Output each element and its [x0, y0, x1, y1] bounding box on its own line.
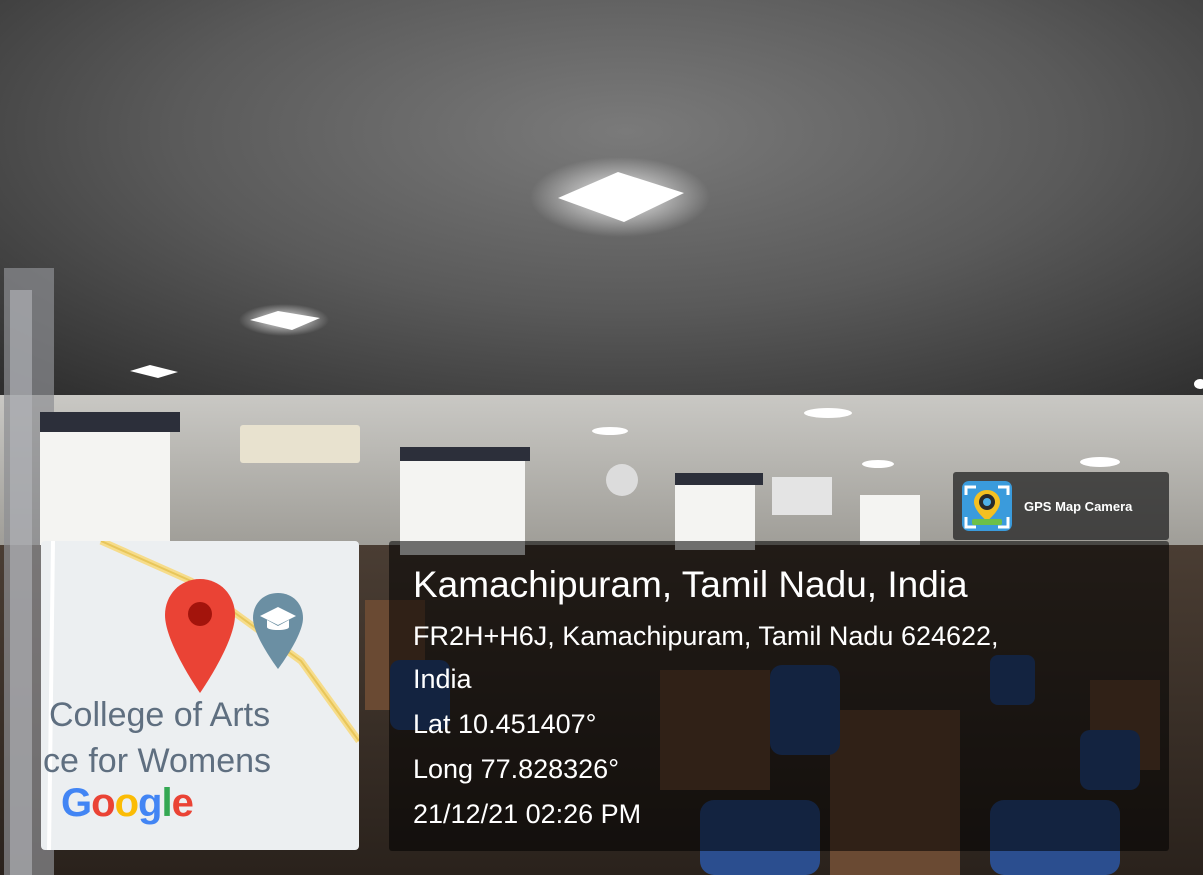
gps-map-camera-badge: GPS Map Camera — [953, 472, 1169, 540]
latitude-text: Lat 10.451407° — [413, 709, 597, 739]
google-logo: Google — [61, 781, 194, 826]
location-pin-icon — [165, 579, 235, 693]
google-letter: G — [61, 781, 92, 825]
location-info-panel: Kamachipuram, Tamil Nadu, India FR2H+H6J… — [389, 541, 1169, 851]
map-thumbnail: College of Arts ce for Womens Google — [41, 541, 359, 850]
badge-label: GPS Map Camera — [1024, 498, 1133, 514]
address-line: FR2H+H6J, Kamachipuram, Tamil Nadu 62462… — [413, 621, 999, 651]
longitude-text: Long 77.828326° — [413, 754, 619, 784]
google-letter: o — [114, 781, 139, 825]
graduation-cap-icon — [253, 593, 303, 669]
map-place-label: College of Arts — [49, 696, 271, 734]
google-letter: g — [138, 781, 162, 825]
google-letter: l — [161, 781, 172, 825]
google-letter: e — [171, 781, 194, 825]
map-place-label-continued: ce for Womens — [43, 742, 272, 780]
address-line-country: India — [413, 664, 472, 694]
datetime-text: 21/12/21 02:26 PM — [413, 799, 642, 829]
google-letter: o — [91, 781, 115, 825]
gps-camera-app-icon — [962, 481, 1012, 531]
location-title: Kamachipuram, Tamil Nadu, India — [413, 564, 968, 605]
